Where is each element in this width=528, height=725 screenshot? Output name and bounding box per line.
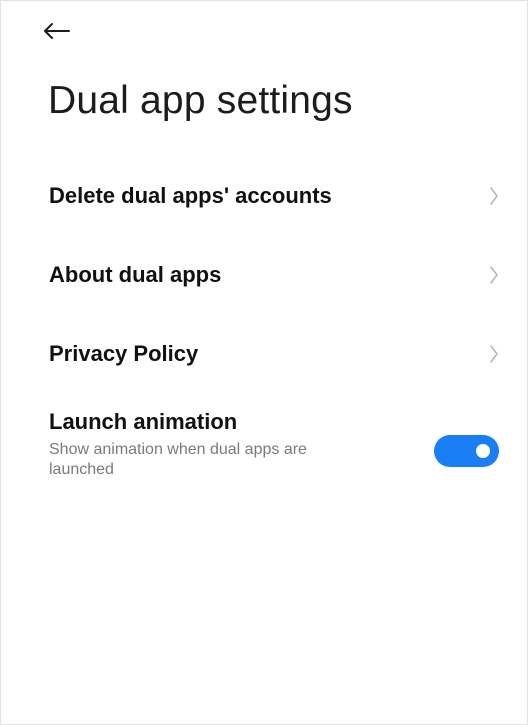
delete-dual-apps-accounts-label: Delete dual apps' accounts (49, 182, 332, 208)
launch-animation-text: Launch animation Show animation when dua… (49, 408, 434, 480)
privacy-policy-item[interactable]: Privacy Policy (1, 314, 527, 393)
chevron-right-icon (487, 185, 501, 207)
privacy-policy-label: Privacy Policy (49, 340, 199, 366)
toggle-knob (476, 444, 490, 458)
launch-animation-toggle[interactable] (434, 435, 499, 467)
launch-animation-title: Launch animation (49, 409, 238, 434)
launch-animation-item: Launch animation Show animation when dua… (1, 393, 527, 493)
page-title: Dual app settings (48, 79, 353, 122)
back-button[interactable] (41, 11, 85, 51)
arrow-left-icon (41, 21, 71, 41)
chevron-right-icon (487, 264, 501, 286)
launch-animation-subtitle: Show animation when dual apps are launch… (49, 441, 307, 478)
chevron-right-icon (487, 343, 501, 365)
about-dual-apps-label: About dual apps (49, 261, 222, 287)
delete-dual-apps-accounts-item[interactable]: Delete dual apps' accounts (1, 156, 527, 235)
settings-list: Delete dual apps' accounts About dual ap… (1, 156, 527, 493)
about-dual-apps-item[interactable]: About dual apps (1, 235, 527, 314)
